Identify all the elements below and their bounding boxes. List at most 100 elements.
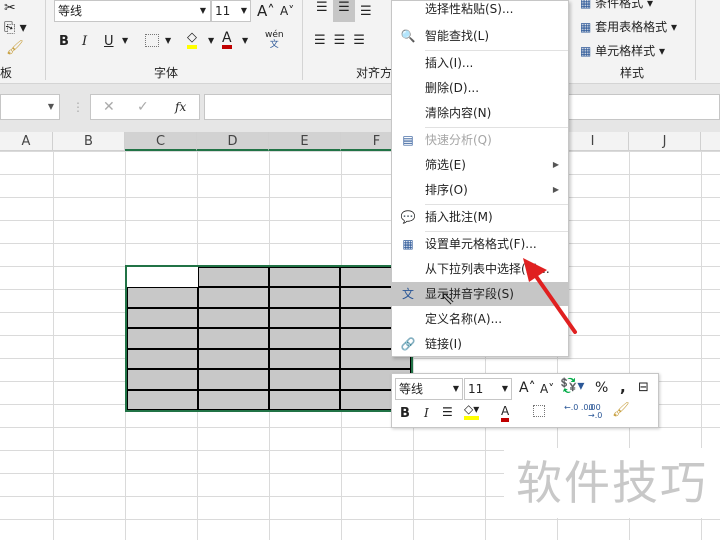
enter-icon[interactable]: ✓ (137, 97, 149, 117)
underline-dropdown[interactable]: ▼ (122, 36, 128, 45)
table-cell[interactable] (269, 267, 340, 288)
font-color-button[interactable]: A (222, 31, 232, 49)
group-label-styles: 样式 (620, 66, 645, 80)
comma-button[interactable]: , (620, 378, 626, 396)
table-cell[interactable] (269, 307, 340, 329)
comment-icon: 💬 (400, 210, 416, 224)
gridline (53, 151, 54, 540)
watermark: 软件技巧 (504, 448, 720, 518)
context-menu-item[interactable]: 排序(O) ▶ (392, 178, 568, 202)
context-menu-item[interactable]: 💬 插入批注(M) (392, 205, 568, 229)
column-header-d[interactable]: D (197, 132, 269, 151)
table-cell[interactable] (198, 287, 269, 308)
mini-font-size[interactable]: 11 ▼ (464, 378, 512, 400)
conditional-format-button[interactable]: ▦ 条件格式 ▾ (580, 0, 653, 11)
column-header-j[interactable]: J (629, 132, 701, 151)
name-box[interactable]: ▼ (0, 94, 60, 120)
context-menu-item[interactable]: 🔍 智能查找(L) (392, 24, 568, 48)
percent-button[interactable]: % (595, 380, 608, 396)
format-cells-icon: ▦ (402, 237, 414, 251)
cut-icon[interactable]: ✂ (4, 0, 16, 16)
underline-button[interactable]: U (104, 34, 114, 49)
column-header-a[interactable]: A (0, 132, 53, 151)
shrink-font-button[interactable]: A˅ (280, 4, 294, 18)
cancel-icon[interactable]: ✕ (103, 97, 115, 117)
font-name-select[interactable]: 等线 ▼ (54, 0, 211, 22)
menu-separator (425, 50, 568, 51)
grow-font-button[interactable]: A˄ (257, 2, 275, 20)
table-cell[interactable] (269, 287, 340, 308)
table-cell[interactable] (198, 328, 269, 349)
column-header-b[interactable]: B (53, 132, 125, 151)
cell-styles-button[interactable]: ▦ 单元格样式 ▾ (580, 42, 665, 59)
context-menu-item[interactable]: 清除内容(N) (392, 101, 568, 125)
submenu-arrow-icon: ▶ (552, 185, 559, 194)
format-painter-icon[interactable]: 🖌 (6, 40, 24, 56)
column-header-e[interactable]: E (269, 132, 341, 151)
table-cell[interactable] (269, 328, 340, 349)
mini-grow-font[interactable]: A˄ (519, 380, 536, 396)
horizontal-align-icons[interactable]: ☰☰☰ (314, 33, 373, 48)
table-cell[interactable] (269, 369, 340, 390)
table-cell[interactable] (198, 307, 269, 329)
divider (302, 0, 303, 80)
table-cell[interactable] (198, 267, 269, 288)
menu-item-label: 插入批注(M) (425, 210, 493, 224)
column-headers: A B C D E F G H I J (0, 132, 720, 151)
context-menu-item[interactable]: 选择性粘贴(S)... (392, 0, 568, 21)
table-cell[interactable] (127, 348, 198, 370)
table-cell[interactable] (198, 348, 269, 370)
selected-range[interactable] (125, 265, 413, 412)
accounting-format-icon[interactable]: 💱▾ (560, 378, 584, 394)
merge-center-icon[interactable]: ⊟ (638, 380, 649, 395)
table-cell[interactable] (127, 307, 198, 329)
italic-button[interactable]: I (82, 34, 87, 49)
fill-dropdown[interactable]: ▼ (208, 36, 214, 45)
decrease-decimal-button[interactable]: .00 →.0 (588, 404, 606, 420)
bold-button[interactable]: B (59, 34, 69, 49)
menu-item-label: 插入(I)... (425, 56, 474, 70)
table-cell[interactable] (127, 369, 198, 390)
ribbon: ✂ ⎘ ▾ 🖌 板 等线 ▼ 11 ▼ A˄ A˅ B I U ▼ ▼ ◇ ▼ A … (0, 0, 720, 84)
table-cell[interactable] (269, 348, 340, 370)
column-header-c[interactable]: C (125, 132, 197, 151)
menu-item-label: 定义名称(A)... (425, 312, 503, 326)
mini-bold-button[interactable]: B (400, 406, 410, 421)
mini-shrink-font[interactable]: A˅ (540, 382, 554, 396)
mini-font-name[interactable]: 等线 ▼ (395, 378, 463, 400)
divider (45, 0, 46, 80)
borders-dropdown[interactable]: ▼ (165, 36, 171, 45)
menu-item-label: 选择性粘贴(S)... (425, 2, 514, 16)
table-cell[interactable] (127, 267, 198, 288)
context-menu-item[interactable]: 筛选(E) ▶ (392, 153, 568, 177)
align-top-icon[interactable]: ☰ (316, 0, 328, 15)
borders-icon[interactable] (145, 34, 159, 47)
mini-fill-color-icon[interactable]: ◇▾ (464, 402, 480, 420)
mini-italic-button[interactable]: I (424, 406, 429, 420)
mouse-cursor-icon: ⇖ (440, 288, 456, 309)
menu-separator (425, 127, 568, 128)
table-cell[interactable] (269, 389, 340, 410)
context-menu-item[interactable]: 插入(I)... (392, 51, 568, 75)
table-cell[interactable] (198, 389, 269, 410)
fill-color-icon[interactable]: ◇ (187, 30, 197, 49)
mini-font-color-button[interactable]: A (501, 404, 510, 422)
mini-format-painter-icon[interactable]: 🖌 (612, 402, 630, 418)
table-cell[interactable] (198, 369, 269, 390)
table-cell[interactable] (127, 328, 198, 349)
table-cell[interactable] (127, 287, 198, 308)
font-color-dropdown[interactable]: ▼ (242, 36, 248, 45)
align-bottom-icon[interactable]: ☰ (360, 4, 372, 19)
align-middle-icon[interactable]: ☰ (333, 0, 355, 22)
mini-center-icon[interactable]: ☰ (442, 405, 453, 419)
mini-borders-icon[interactable] (533, 405, 545, 417)
phonetic-icon[interactable]: wén 文 (265, 30, 284, 50)
font-name-value: 等线 (58, 4, 83, 18)
copy-icon[interactable]: ⎘ ▾ (4, 20, 27, 36)
insert-function-icon[interactable]: fx (175, 97, 186, 117)
context-menu-item[interactable]: 删除(D)... (392, 76, 568, 100)
font-size-select[interactable]: 11 ▼ (211, 0, 251, 22)
menu-item-label: 设置单元格格式(F)... (425, 237, 537, 251)
format-as-table-button[interactable]: ▦ 套用表格格式 ▾ (580, 18, 677, 35)
table-cell[interactable] (127, 389, 198, 410)
